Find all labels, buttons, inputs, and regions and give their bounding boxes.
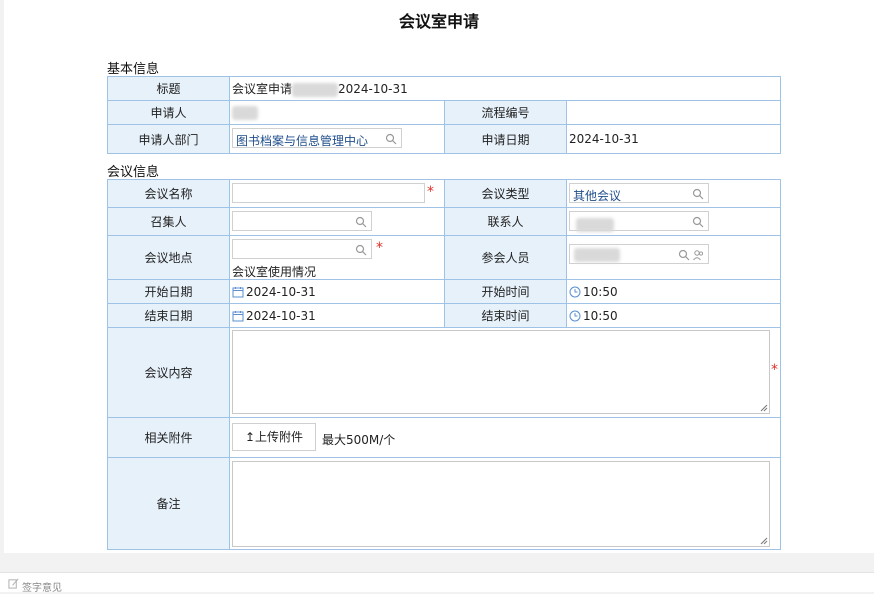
search-icon[interactable] [355,216,367,228]
section-basic-info: 基本信息 [107,62,160,77]
department-label: 申请人部门 [107,124,230,154]
subject-label: 标题 [107,76,230,101]
content-label: 会议内容 [107,327,230,418]
required-mark: * [427,184,434,200]
search-icon[interactable] [692,188,704,200]
page-title: 会议室申请 [398,12,479,31]
basic-info-table: 标题 会议室申请 2024-10-31 申请人 流程编号 申请人部门 图书档案与信… [107,76,782,154]
contact-input[interactable] [569,211,709,232]
convener-label: 召集人 [107,207,230,236]
search-icon[interactable] [692,216,704,228]
attachment-label: 相关附件 [107,417,230,458]
convener-cell [229,207,445,236]
search-icon[interactable] [355,244,367,256]
calendar-icon[interactable] [232,310,244,322]
start-date-label: 开始日期 [107,279,230,304]
contact-cell [566,207,781,236]
start-time-value: 10:50 [583,284,618,299]
start-date-cell[interactable]: 2024-10-31 [229,279,445,304]
end-time-value: 10:50 [583,308,618,323]
end-time-label: 结束时间 [444,303,567,328]
subject-prefix: 会议室申请 [232,82,293,96]
department-value: 图书档案与信息管理中心 [236,134,369,148]
attachment-cell: ↥上传附件 最大500M/个 [229,417,781,458]
start-date-value: 2024-10-31 [246,284,316,299]
meeting-type-value: 其他会议 [573,189,622,203]
location-cell: * 会议室使用情况 [229,235,445,280]
clock-icon[interactable] [569,286,581,298]
meeting-name-input[interactable] [232,183,425,203]
remark-cell [229,457,781,550]
remark-label: 备注 [107,457,230,550]
subject-date: 2024-10-31 [338,82,408,96]
attendees-label: 参会人员 [444,235,567,280]
department-cell: 图书档案与信息管理中心 [229,124,445,154]
start-time-cell[interactable]: 10:50 [566,279,781,304]
location-input[interactable] [232,239,372,259]
signature-bar: 签字意见 [0,572,874,594]
redacted-name [292,82,339,97]
apply-date-label: 申请日期 [444,124,567,154]
contact-label: 联系人 [444,207,567,236]
required-mark: * [771,362,778,378]
resize-handle-icon[interactable] [760,537,768,545]
apply-date-value: 2024-10-31 [565,124,782,154]
form-page: 会议室申请 基本信息 标题 会议室申请 2024-10-31 申请人 流程编号 申… [4,0,874,553]
flow-no-label: 流程编号 [444,100,567,125]
upload-attachment-button[interactable]: ↥上传附件 [232,423,316,451]
section-meeting-info: 会议信息 [107,165,160,180]
edit-icon[interactable] [8,578,19,589]
end-date-value: 2024-10-31 [246,308,316,323]
calendar-icon[interactable] [232,286,244,298]
start-time-label: 开始时间 [444,279,567,304]
meeting-type-select[interactable]: 其他会议 [569,183,709,203]
meeting-info-table: 会议名称 * 会议类型 其他会议 召集人 联系人 会议地点 * 会议室使用情况 … [107,179,781,550]
meeting-name-cell: * [229,179,445,208]
attendees-input[interactable] [569,244,709,264]
attendees-cell [566,235,781,280]
upload-limit-text: 最大500M/个 [322,433,396,447]
applicant-value [229,100,445,125]
meeting-name-label: 会议名称 [107,179,230,208]
content-cell: * [229,327,781,418]
remark-textarea[interactable] [232,461,770,547]
user-group-icon[interactable] [692,249,704,261]
redacted-applicant [232,105,258,120]
end-date-label: 结束日期 [107,303,230,328]
search-icon[interactable] [678,249,690,261]
clock-icon[interactable] [569,310,581,322]
required-mark: * [376,240,383,256]
room-usage-link[interactable]: 会议室使用情况 [232,263,316,279]
convener-input[interactable] [232,211,372,231]
redacted-contact [576,218,614,232]
search-icon[interactable] [385,133,397,145]
content-textarea[interactable] [232,330,770,414]
redacted-attendees [574,248,620,262]
meeting-type-label: 会议类型 [444,179,567,208]
location-label: 会议地点 [107,235,230,280]
applicant-label: 申请人 [107,100,230,125]
meeting-type-cell: 其他会议 [566,179,781,208]
end-time-cell[interactable]: 10:50 [566,303,781,328]
subject-value: 会议室申请 2024-10-31 [228,76,782,101]
flow-no-value [565,100,782,125]
end-date-cell[interactable]: 2024-10-31 [229,303,445,328]
department-input[interactable]: 图书档案与信息管理中心 [232,128,402,148]
resize-handle-icon[interactable] [760,404,768,412]
